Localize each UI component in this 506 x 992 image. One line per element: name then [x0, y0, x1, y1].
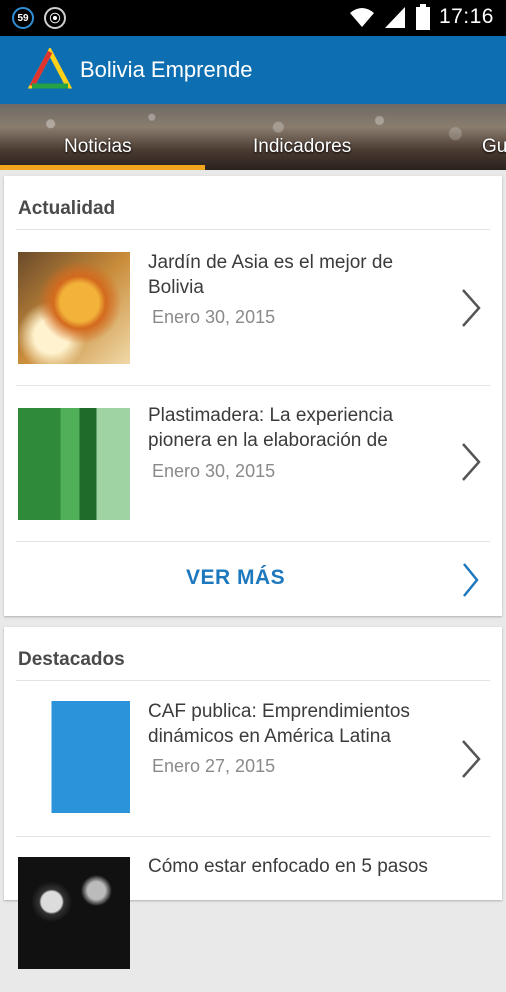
- news-title: Plastimadera: La experiencia pionera en …: [148, 405, 394, 451]
- news-date: Enero 30, 2015: [152, 461, 276, 481]
- news-date: Enero 30, 2015: [152, 307, 276, 327]
- news-title: Cómo estar enfocado en 5 pasos: [148, 856, 428, 877]
- app-bar: Bolivia Emprende: [0, 36, 506, 104]
- sync-icon: ⦿: [44, 7, 66, 29]
- news-title: Jardín de Asia es el mejor de Bolivia: [148, 252, 394, 298]
- chevron-right-icon: [462, 443, 481, 481]
- chevron-right-icon: [462, 740, 481, 778]
- ver-mas-button[interactable]: VER MÁS: [4, 542, 502, 616]
- app-title: Bolivia Emprende: [80, 57, 253, 82]
- news-item[interactable]: CAF publica: Emprendimientos dinámicos e…: [4, 681, 502, 836]
- news-thumbnail: [18, 252, 130, 364]
- tab-guia[interactable]: Gu: [482, 136, 506, 158]
- news-thumbnail: [18, 857, 130, 969]
- section-title: Destacados: [18, 649, 125, 670]
- tab-bar: Noticias Indicadores Gu: [0, 104, 506, 170]
- ver-mas-label: VER MÁS: [186, 566, 286, 589]
- news-item[interactable]: Plastimadera: La experiencia pionera en …: [4, 386, 502, 541]
- clock: 17:16: [438, 5, 494, 28]
- tab-indicator: [0, 165, 205, 170]
- wifi-icon: [349, 8, 374, 27]
- chevron-right-icon: [463, 563, 479, 597]
- tab-noticias[interactable]: Noticias: [64, 136, 132, 158]
- news-title: CAF publica: Emprendimientos dinámicos e…: [148, 701, 410, 747]
- news-thumbnail: [18, 408, 130, 520]
- news-thumbnail: [18, 701, 130, 813]
- actualidad-card: Actualidad Jardín de Asia es el mejor de…: [4, 176, 502, 616]
- news-item[interactable]: Cómo estar enfocado en 5 pasos: [4, 837, 502, 992]
- tab-indicadores[interactable]: Indicadores: [253, 136, 351, 158]
- chevron-right-icon: [462, 289, 481, 327]
- status-bar: 59 ⦿ 17:16: [0, 0, 506, 36]
- battery-icon: [415, 4, 430, 30]
- news-item[interactable]: Jardín de Asia es el mejor de Bolivia En…: [4, 230, 502, 385]
- app-logo-icon: [28, 48, 72, 89]
- destacados-card: Destacados CAF publica: Emprendimientos …: [4, 627, 502, 969]
- news-date: Enero 27, 2015: [152, 756, 276, 776]
- signal-icon: [384, 7, 405, 28]
- section-title: Actualidad: [18, 198, 116, 219]
- notification-count-icon: 59: [12, 7, 34, 29]
